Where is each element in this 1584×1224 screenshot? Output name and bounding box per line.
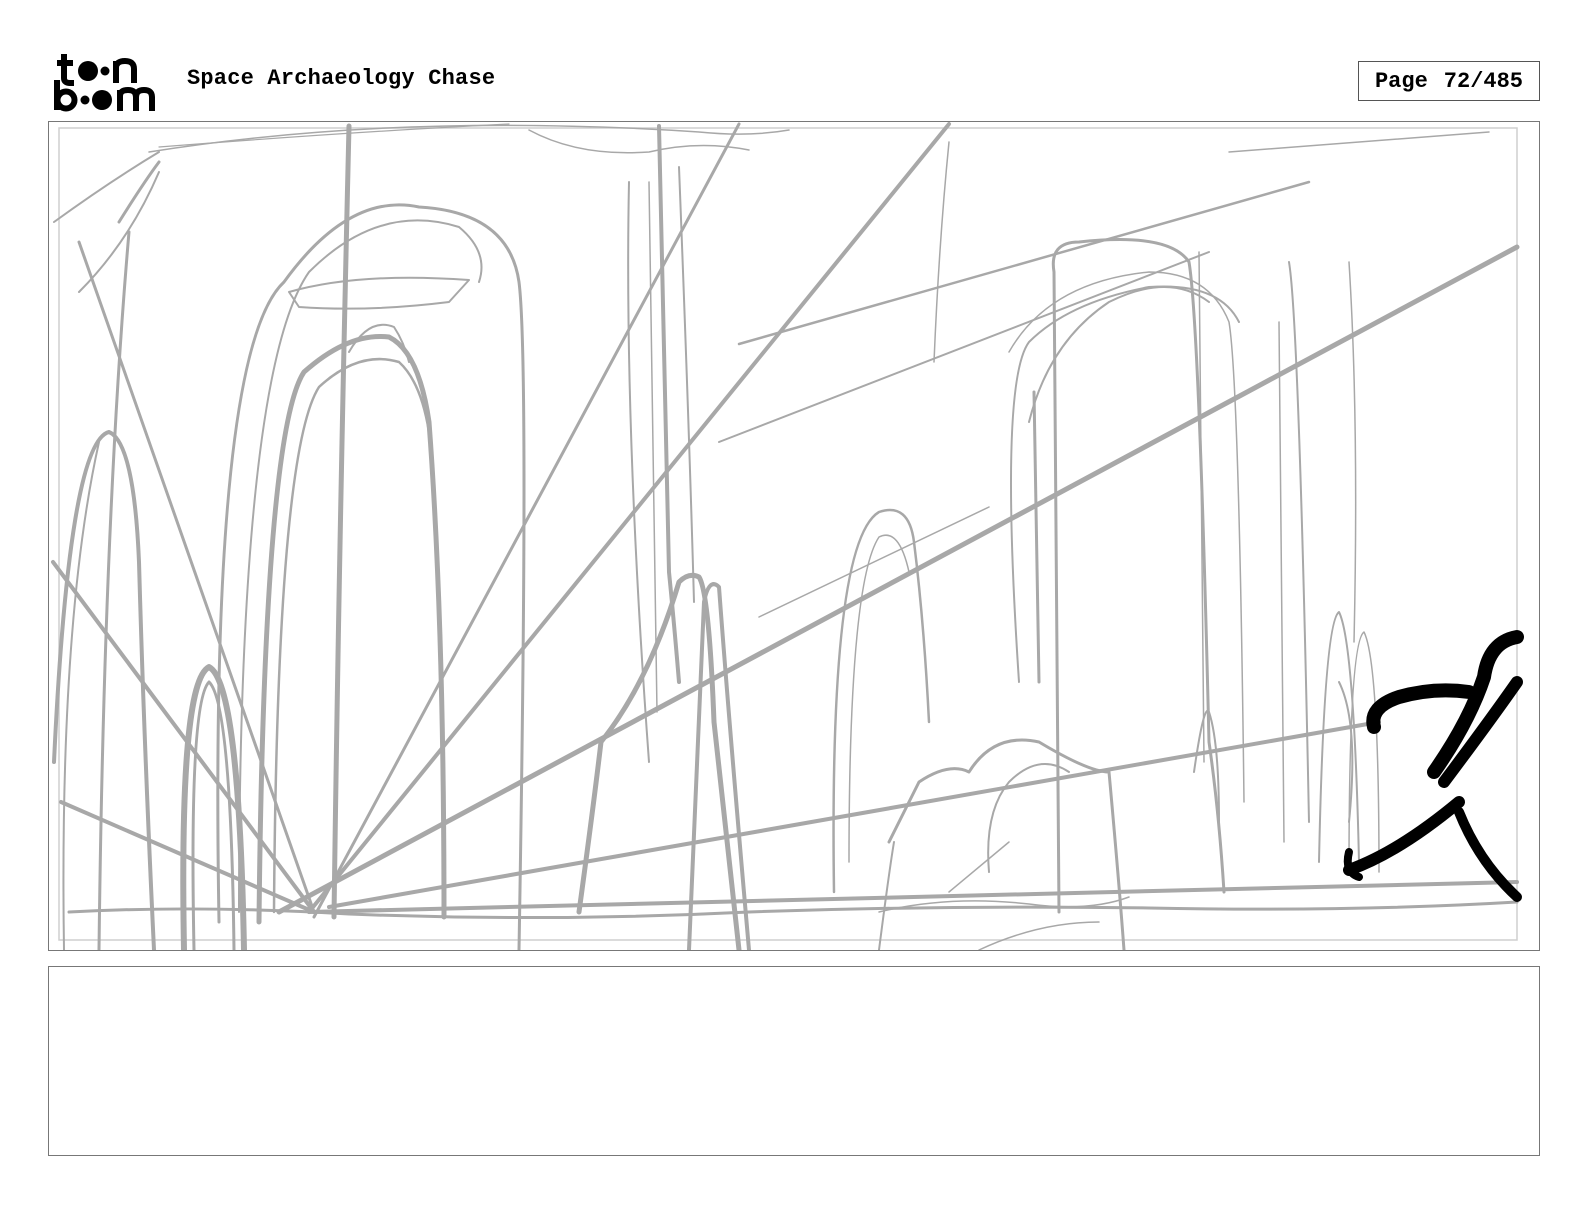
project-title: Space Archaeology Chase <box>187 66 496 91</box>
panel-sketch <box>51 122 1524 950</box>
safe-frame <box>58 127 1518 941</box>
page-label: Page <box>1374 68 1428 94</box>
background-sketch <box>51 122 1520 950</box>
page-indicator: Page 72/485 <box>1358 61 1540 101</box>
toonboom-logo <box>50 50 166 114</box>
storyboard-panel <box>48 121 1540 951</box>
page-number: 72/485 <box>1443 68 1524 94</box>
panel-notes-area <box>48 966 1540 1156</box>
